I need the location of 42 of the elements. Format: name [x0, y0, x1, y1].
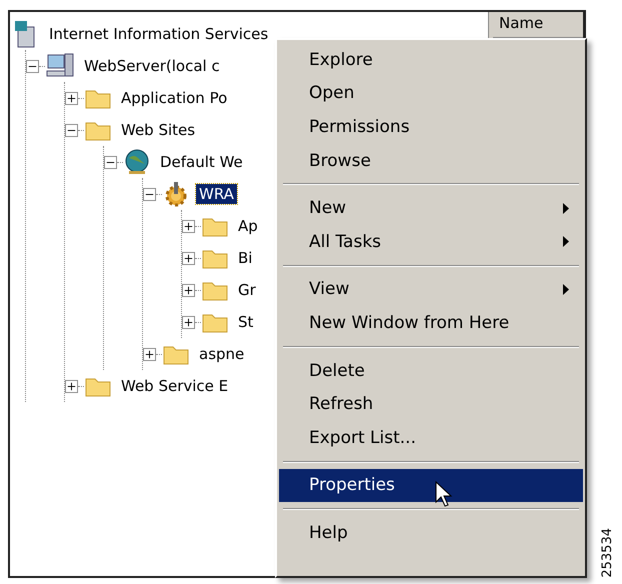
- tree-item[interactable]: St: [235, 312, 256, 332]
- tree-item[interactable]: Web Service E: [118, 376, 232, 396]
- tree-item[interactable]: Default We: [157, 152, 246, 172]
- menu-item[interactable]: Export List...: [279, 420, 583, 455]
- tree-item[interactable]: Gr: [235, 280, 259, 300]
- menu-item[interactable]: View: [279, 272, 583, 306]
- menu-item[interactable]: Help: [279, 516, 583, 550]
- column-header[interactable]: Name: [493, 12, 583, 38]
- expand-icon[interactable]: [65, 92, 78, 104]
- globe-icon: [123, 148, 151, 176]
- submenu-arrow-icon: [563, 202, 569, 214]
- menu-item[interactable]: Permissions: [279, 110, 583, 144]
- expand-icon[interactable]: [143, 348, 156, 360]
- expand-icon[interactable]: [182, 316, 195, 328]
- menu-item[interactable]: All Tasks: [279, 224, 583, 259]
- pointer-icon: [434, 481, 455, 510]
- menu-item[interactable]: New: [279, 191, 583, 225]
- expand-icon[interactable]: [182, 284, 195, 296]
- expand-icon[interactable]: [182, 220, 195, 232]
- figure-number: 253534: [600, 528, 615, 578]
- menu-item[interactable]: Explore: [279, 43, 583, 77]
- tree-item[interactable]: Web Sites: [118, 120, 198, 140]
- menu-item[interactable]: Browse: [279, 144, 583, 178]
- collapse-icon[interactable]: [143, 188, 156, 200]
- tree-item[interactable]: WRA: [196, 184, 237, 204]
- collapse-icon[interactable]: [26, 60, 39, 72]
- tree-item[interactable]: WebServer(local c: [81, 56, 223, 76]
- tree-item[interactable]: Application Po: [118, 88, 230, 108]
- menu-item[interactable]: Refresh: [279, 387, 583, 421]
- tree-item[interactable]: Bi: [235, 248, 256, 268]
- menu-item[interactable]: New Window from Here: [279, 306, 583, 340]
- submenu-arrow-icon: [563, 284, 569, 295]
- tree-item[interactable]: aspne: [196, 344, 248, 364]
- submenu-arrow-icon: [563, 236, 569, 248]
- tree-item[interactable]: Internet Information Services: [46, 24, 272, 44]
- menu-item[interactable]: Delete: [279, 354, 583, 388]
- collapse-icon[interactable]: [104, 156, 117, 168]
- menu-item[interactable]: Open: [279, 76, 583, 110]
- tree-item[interactable]: Ap: [235, 216, 261, 236]
- expand-icon[interactable]: [182, 252, 195, 264]
- expand-icon[interactable]: [65, 380, 78, 392]
- collapse-icon[interactable]: [65, 124, 78, 136]
